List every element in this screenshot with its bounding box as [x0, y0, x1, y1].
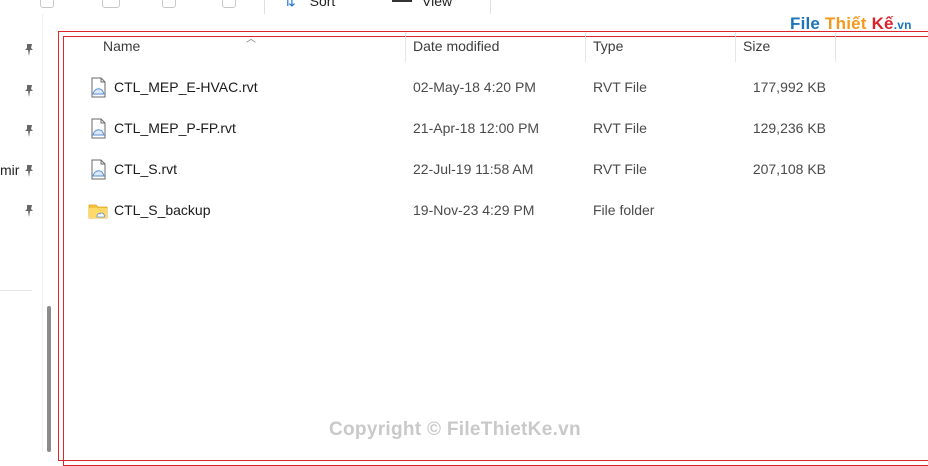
rvt-file-icon [91, 118, 106, 139]
column-divider[interactable] [835, 32, 836, 62]
file-type: RVT File [593, 79, 647, 95]
file-row[interactable]: CTL_S_backup 19-Nov-23 4:29 PM File fold… [86, 191, 846, 231]
brand-domain: .vn [893, 18, 912, 32]
sort-caret-icon: ︿ [246, 34, 256, 45]
brand-watermark: File Thiết Kế.vn [790, 14, 912, 34]
column-divider[interactable] [735, 32, 736, 62]
rvt-file-icon [91, 77, 106, 98]
column-header-size[interactable]: Size [743, 38, 770, 54]
copyright-watermark: Copyright © FileThietKe.vn [329, 419, 581, 440]
pin-icon[interactable] [22, 43, 36, 57]
column-header-date[interactable]: Date modified [413, 38, 499, 54]
column-header-type[interactable]: Type [593, 38, 623, 54]
pin-icon[interactable] [22, 124, 36, 138]
view-button[interactable]: View [422, 0, 452, 9]
file-type: RVT File [593, 120, 647, 136]
file-date: 02-May-18 4:20 PM [413, 79, 536, 95]
file-date: 19-Nov-23 4:29 PM [413, 202, 535, 218]
file-date: 21-Apr-18 12:00 PM [413, 120, 540, 136]
rvt-file-icon [91, 159, 106, 180]
column-divider[interactable] [405, 32, 406, 62]
column-divider[interactable] [585, 32, 586, 62]
file-type: File folder [593, 202, 655, 218]
pin-icon[interactable] [22, 204, 36, 218]
file-name: CTL_MEP_P-FP.rvt [114, 120, 236, 136]
paste-icon[interactable] [102, 0, 120, 8]
column-header-name[interactable]: Name [103, 38, 140, 54]
file-type: RVT File [593, 161, 647, 177]
file-row[interactable]: CTL_S.rvt 22-Jul-19 11:58 AM RVT File 20… [86, 150, 846, 190]
file-name: CTL_MEP_E-HVAC.rvt [114, 79, 258, 95]
copy-icon[interactable] [40, 0, 54, 8]
file-date: 22-Jul-19 11:58 AM [413, 161, 534, 177]
command-bar: ⇅ Sort View [0, 0, 928, 14]
file-size: 177,992 KB [752, 79, 826, 95]
view-icon [392, 0, 412, 2]
brand-ke: Kế [871, 14, 894, 33]
nav-scrollbar[interactable] [47, 306, 51, 452]
rename-icon[interactable] [162, 0, 176, 8]
nav-item-label[interactable]: mir [0, 162, 19, 178]
pin-icon[interactable] [22, 84, 36, 98]
sort-icon: ⇅ [284, 0, 296, 9]
brand-file: File [790, 14, 821, 33]
file-size: 129,236 KB [752, 120, 826, 136]
file-row[interactable]: CTL_MEP_P-FP.rvt 21-Apr-18 12:00 PM RVT … [86, 109, 846, 149]
brand-thiet: Thiết [825, 14, 867, 33]
nav-divider [0, 290, 32, 291]
view-label: View [422, 0, 453, 9]
pin-icon[interactable] [22, 164, 36, 178]
sort-button[interactable]: ⇅ Sort [284, 0, 335, 10]
file-name: CTL_S_backup [114, 202, 211, 218]
sort-label: Sort [309, 0, 336, 9]
toolbar-divider [490, 0, 491, 14]
folder-icon [88, 204, 108, 219]
navigation-pane: mir [0, 14, 43, 452]
file-row[interactable]: CTL_MEP_E-HVAC.rvt 02-May-18 4:20 PM RVT… [86, 68, 846, 108]
file-size: 207,108 KB [752, 161, 826, 177]
file-name: CTL_S.rvt [114, 161, 178, 177]
share-icon[interactable] [222, 0, 236, 8]
toolbar-divider [264, 0, 265, 14]
